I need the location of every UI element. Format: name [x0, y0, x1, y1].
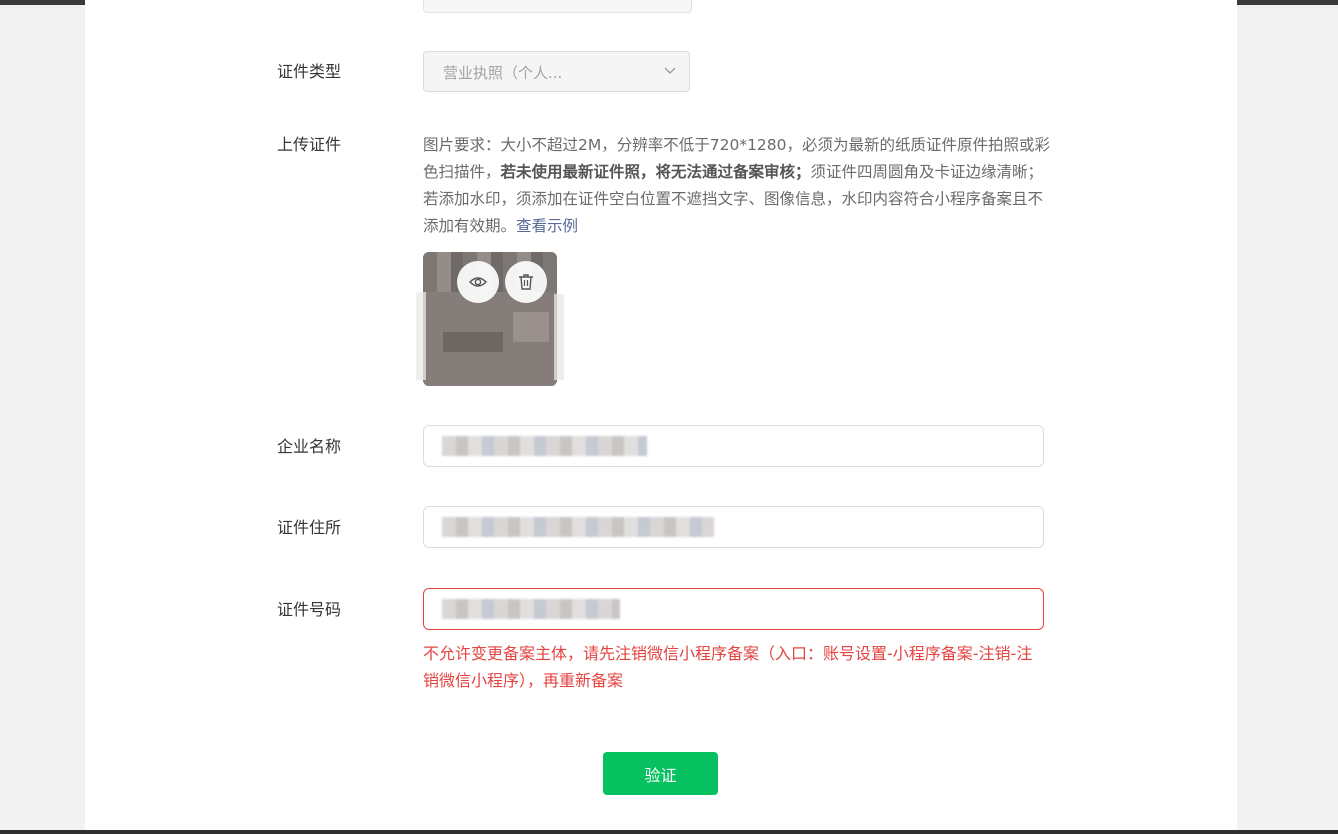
- redacted-value: [442, 436, 647, 456]
- view-example-link[interactable]: 查看示例: [516, 217, 578, 235]
- thumbnail-blur-edge: [554, 294, 564, 380]
- thumbnail-blur-edge: [416, 292, 426, 380]
- redacted-value: [442, 599, 620, 619]
- uploaded-cert-thumbnail[interactable]: [423, 252, 557, 386]
- company-name-label: 企业名称: [277, 437, 342, 456]
- thumbnail-blur-light: [513, 312, 549, 342]
- cert-type-select[interactable]: 营业执照（个人...: [423, 51, 690, 92]
- eye-icon: [469, 277, 487, 287]
- window-bottom-edge: [0, 830, 1338, 834]
- redacted-value: [442, 517, 714, 537]
- trash-icon: [519, 274, 533, 290]
- cert-type-value: 营业执照（个人...: [443, 64, 563, 82]
- cert-address-label: 证件住所: [277, 518, 342, 537]
- delete-button[interactable]: [505, 261, 547, 303]
- previous-field-bottom[interactable]: [423, 0, 692, 13]
- chevron-down-icon: [664, 67, 676, 74]
- req-text-bold: 若未使用最新证件照，将无法通过备案审核；: [500, 163, 811, 181]
- upload-label: 上传证件: [277, 135, 342, 154]
- cert-number-error: 不允许变更备案主体，请先注销微信小程序备案（入口：账号设置-小程序备案-注销-注…: [423, 644, 1033, 690]
- cert-address-input[interactable]: [423, 506, 1044, 548]
- upload-requirements: 图片要求：大小不超过2M，分辨率不低于720*1280，必须为最新的纸质证件原件…: [423, 132, 1053, 240]
- cert-type-label: 证件类型: [277, 62, 342, 81]
- company-name-input[interactable]: [423, 425, 1044, 467]
- form-card: [85, 0, 1237, 834]
- cert-number-label: 证件号码: [277, 600, 342, 619]
- preview-button[interactable]: [457, 261, 499, 303]
- verify-button[interactable]: 验证: [603, 752, 718, 795]
- cert-number-input[interactable]: [423, 588, 1044, 630]
- thumbnail-blur-dark: [443, 332, 503, 352]
